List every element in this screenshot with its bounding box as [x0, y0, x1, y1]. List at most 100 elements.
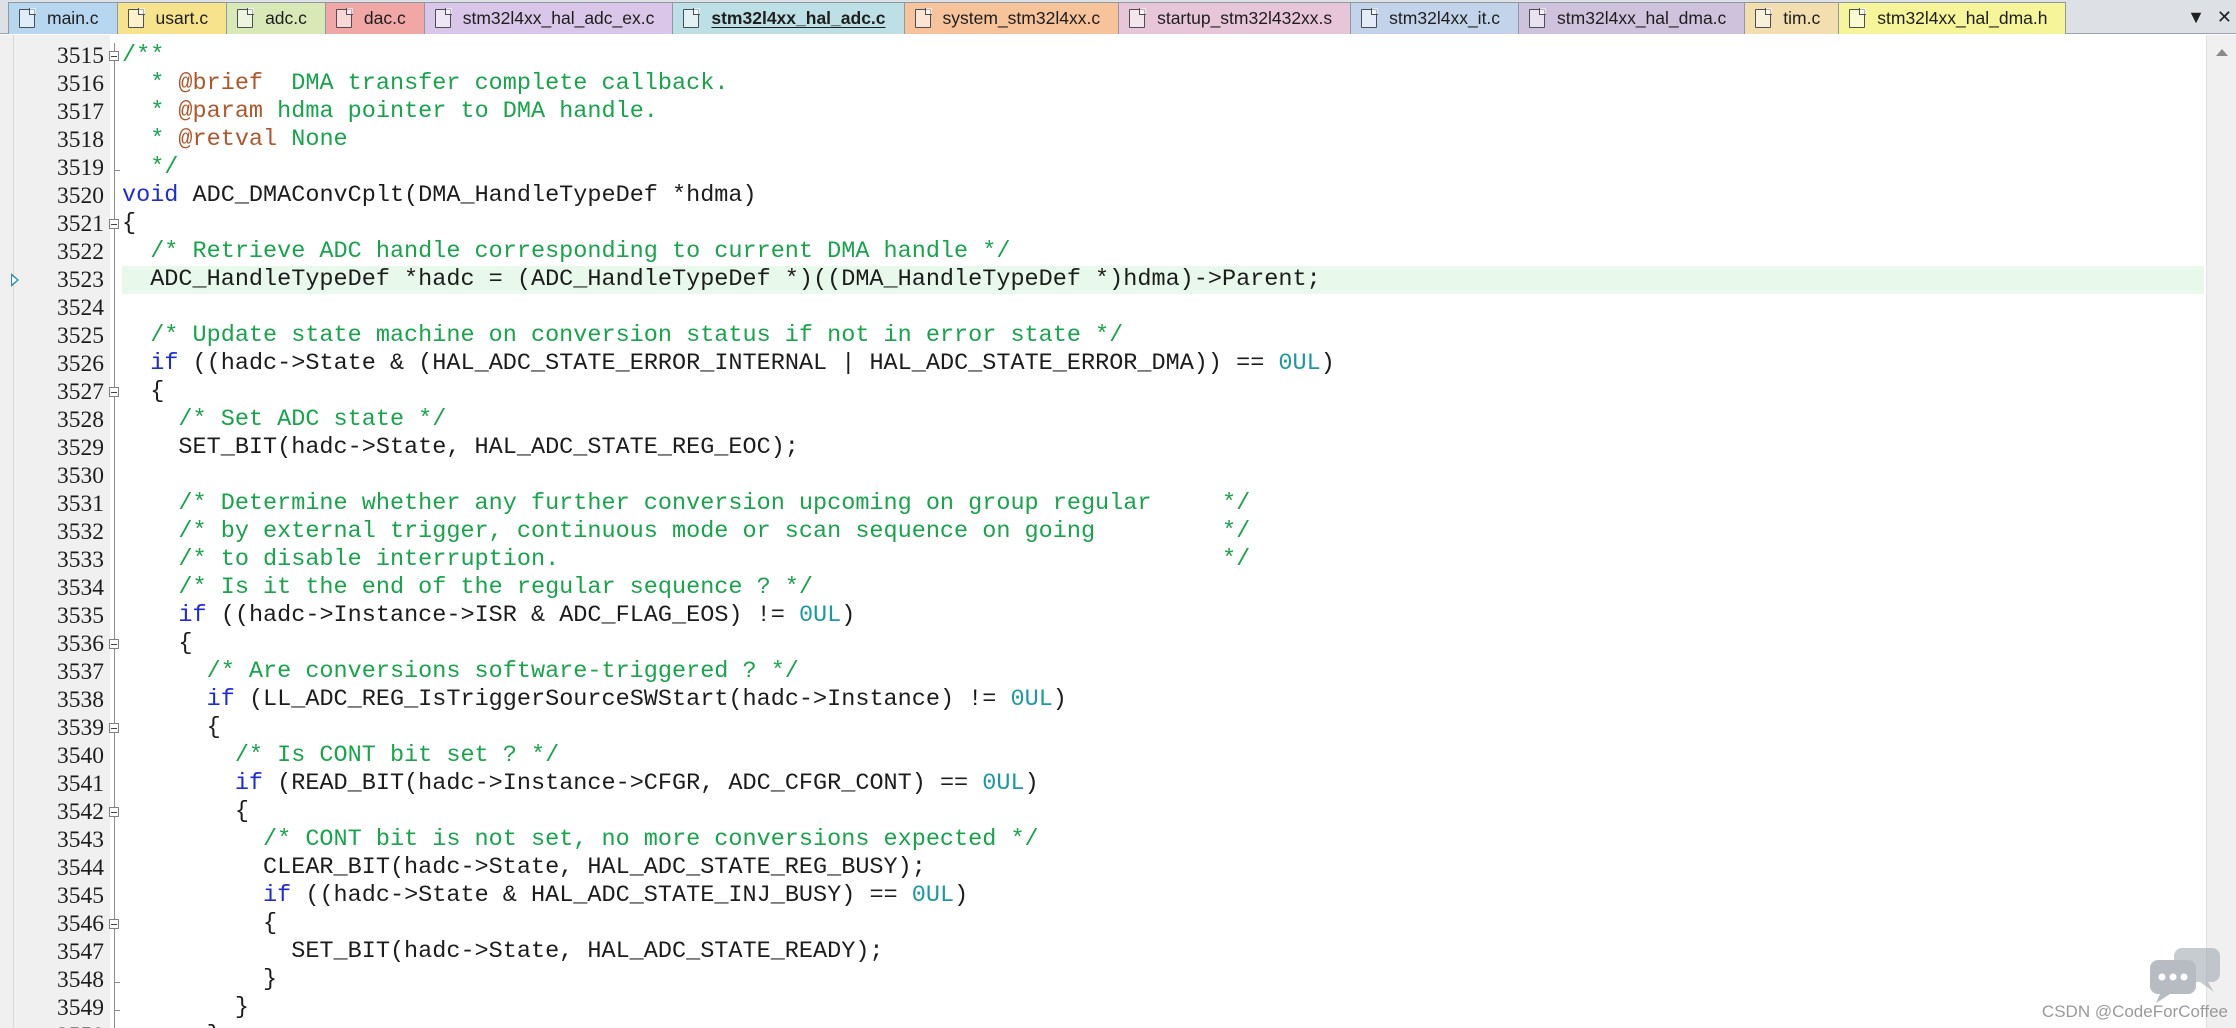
code-text: * @brief DMA transfer complete callback. [122, 70, 2204, 98]
fold-collapse-icon[interactable] [109, 51, 119, 61]
code-token-tag: @retval [178, 126, 278, 153]
code-token-plain: { [122, 798, 249, 825]
line-number: 3533 [57, 547, 104, 573]
code-line[interactable]: 3535 if ((hadc->Instance->ISR & ADC_FLAG… [0, 602, 2236, 630]
code-token-comment: /* Is CONT bit set ? */ [122, 742, 560, 769]
line-number: 3515 [57, 43, 104, 69]
code-line[interactable]: 3518 * @retval None [0, 126, 2236, 154]
code-line[interactable]: 3537 /* Are conversions software-trigger… [0, 658, 2236, 686]
code-line[interactable]: 3549 } [0, 994, 2236, 1022]
code-line[interactable]: 3540 /* Is CONT bit set ? */ [0, 742, 2236, 770]
tab-usart-c[interactable]: usart.c [116, 2, 228, 34]
line-number: 3516 [57, 71, 104, 97]
code-text: if (READ_BIT(hadc->Instance->CFGR, ADC_C… [122, 770, 2204, 798]
tab-stm32l4xx-it-c[interactable]: stm32l4xx_it.c [1350, 2, 1520, 34]
code-line[interactable]: 3539 { [0, 714, 2236, 742]
code-line[interactable]: 3520 void ADC_DMAConvCplt(DMA_HandleTypeD… [0, 182, 2236, 210]
tab-controls: ▼ ✕ [2187, 3, 2232, 31]
scroll-up-arrow-icon[interactable] [2216, 49, 2228, 56]
tab-startup-stm32l432xx-s[interactable]: startup_stm32l432xx.s [1118, 2, 1352, 34]
code-token-plain: { [122, 378, 165, 405]
tab-stm32l4xx-hal-adc-ex-c[interactable]: stm32l4xx_hal_adc_ex.c [423, 2, 674, 34]
code-line[interactable]: 3521 { [0, 210, 2236, 238]
code-line[interactable]: 3543 /* CONT bit is not set, no more con… [0, 826, 2236, 854]
code-line[interactable]: 3536 { [0, 630, 2236, 658]
code-line[interactable]: 3533 /* to disable interruption. */ [0, 546, 2236, 574]
code-text: /* Update state machine on conversion st… [122, 322, 2204, 350]
code-token-plain: { [122, 910, 278, 937]
code-line[interactable]: 3516 * @brief DMA transfer complete call… [0, 70, 2236, 98]
code-line[interactable]: 3531 /* Determine whether any further co… [0, 490, 2236, 518]
code-token-comment: hdma pointer to DMA handle. [263, 98, 658, 125]
file-icon [1361, 8, 1379, 28]
line-number: 3522 [57, 239, 104, 265]
line-number: 3535 [57, 603, 104, 629]
code-line[interactable]: 3524 [0, 294, 2236, 322]
code-text: { [122, 630, 2204, 658]
code-line[interactable]: 3525 /* Update state machine on conversi… [0, 322, 2236, 350]
tab-stm32l4xx-hal-dma-h[interactable]: stm32l4xx_hal_dma.h [1838, 2, 2067, 34]
code-line[interactable]: 3529 SET_BIT(hadc->State, HAL_ADC_STATE_… [0, 434, 2236, 462]
code-token-plain: { [122, 714, 221, 741]
code-line[interactable]: 3544 CLEAR_BIT(hadc->State, HAL_ADC_STAT… [0, 854, 2236, 882]
code-line[interactable]: 3545 if ((hadc->State & HAL_ADC_STATE_IN… [0, 882, 2236, 910]
line-number: 3547 [57, 939, 104, 965]
code-line[interactable]: 3534 /* Is it the end of the regular seq… [0, 574, 2236, 602]
tab-stm32l4xx-hal-dma-c[interactable]: stm32l4xx_hal_dma.c [1518, 2, 1746, 34]
code-line[interactable]: 3532 /* by external trigger, continuous … [0, 518, 2236, 546]
code-line[interactable]: 3515 /** [0, 42, 2236, 70]
code-token-plain: CLEAR_BIT(hadc->State, HAL_ADC_STATE_REG… [122, 854, 926, 881]
code-token-comment: /* Determine whether any further convers… [122, 490, 1251, 517]
code-line[interactable]: 3522 /* Retrieve ADC handle correspondin… [0, 238, 2236, 266]
code-line[interactable]: 3530 [0, 462, 2236, 490]
line-number: 3537 [57, 659, 104, 685]
code-editor[interactable]: 3515/** 3516 * @brief DMA transfer comple… [0, 35, 2236, 1028]
code-text: { [122, 210, 2204, 238]
code-token-keyword: if [178, 602, 207, 629]
code-token-comment: /* to disable interruption. */ [122, 546, 1251, 573]
vertical-scrollbar[interactable] [2206, 35, 2236, 1028]
code-line[interactable]: 3527 { [0, 378, 2236, 406]
code-token-comment: /* Retrieve ADC handle corresponding to … [122, 238, 1011, 265]
tab-main-c[interactable]: main.c [8, 2, 118, 34]
fold-collapse-icon[interactable] [109, 387, 119, 397]
line-number: 3539 [57, 715, 104, 741]
code-token-keyword: void [122, 182, 179, 209]
code-line[interactable]: 3538 if (LL_ADC_REG_IsTriggerSourceSWSta… [0, 686, 2236, 714]
code-text: void ADC_DMAConvCplt(DMA_HandleTypeDef *… [122, 182, 2204, 210]
tab-adc-c[interactable]: adc.c [226, 2, 326, 34]
code-line[interactable]: 3523 ADC_HandleTypeDef *hadc = (ADC_Hand… [0, 266, 2236, 294]
line-number: 3525 [57, 323, 104, 349]
code-line[interactable]: 3548 } [0, 966, 2236, 994]
code-text: SET_BIT(hadc->State, HAL_ADC_STATE_REG_E… [122, 434, 2204, 462]
tab-system-stm32l4xx-c[interactable]: system_stm32l4xx.c [903, 2, 1120, 34]
tab-tim-c[interactable]: tim.c [1744, 2, 1840, 34]
code-line[interactable]: 3526 if ((hadc->State & (HAL_ADC_STATE_E… [0, 350, 2236, 378]
code-token-plain: (READ_BIT(hadc->Instance->CFGR, ADC_CFGR… [263, 770, 983, 797]
code-line[interactable]: 3542 { [0, 798, 2236, 826]
code-line[interactable]: 3550 } [0, 1022, 2236, 1028]
tab-list-dropdown-icon[interactable]: ▼ [2187, 8, 2205, 26]
line-number: 3519 [57, 155, 104, 181]
fold-collapse-icon[interactable] [109, 723, 119, 733]
code-line[interactable]: 3528 /* Set ADC state */ [0, 406, 2236, 434]
fold-collapse-icon[interactable] [109, 919, 119, 929]
fold-collapse-icon[interactable] [109, 639, 119, 649]
code-token-keyword: if [234, 770, 264, 797]
code-token-plain: ((hadc->State & (HAL_ADC_STATE_ERROR_INT… [178, 350, 1279, 377]
fold-collapse-icon[interactable] [109, 807, 119, 817]
code-token-comment: /* Is it the end of the regular sequence… [122, 574, 814, 601]
code-lines: 3515/** 3516 * @brief DMA transfer comple… [0, 42, 2236, 1028]
code-line[interactable]: 3547 SET_BIT(hadc->State, HAL_ADC_STATE_… [0, 938, 2236, 966]
tab-stm32l4xx-hal-adc-c[interactable]: stm32l4xx_hal_adc.c [672, 2, 905, 34]
code-line[interactable]: 3541 if (READ_BIT(hadc->Instance->CFGR, … [0, 770, 2236, 798]
fold-end-marker [114, 170, 120, 171]
code-text: /* Is it the end of the regular sequence… [122, 574, 2204, 602]
code-line[interactable]: 3546 { [0, 910, 2236, 938]
code-line[interactable]: 3519 */ [0, 154, 2236, 182]
close-tab-icon[interactable]: ✕ [2217, 8, 2232, 26]
tab-dac-c[interactable]: dac.c [324, 2, 425, 34]
code-line[interactable]: 3517 * @param hdma pointer to DMA handle… [0, 98, 2236, 126]
code-text: SET_BIT(hadc->State, HAL_ADC_STATE_READY… [122, 938, 2204, 966]
fold-collapse-icon[interactable] [109, 219, 119, 229]
